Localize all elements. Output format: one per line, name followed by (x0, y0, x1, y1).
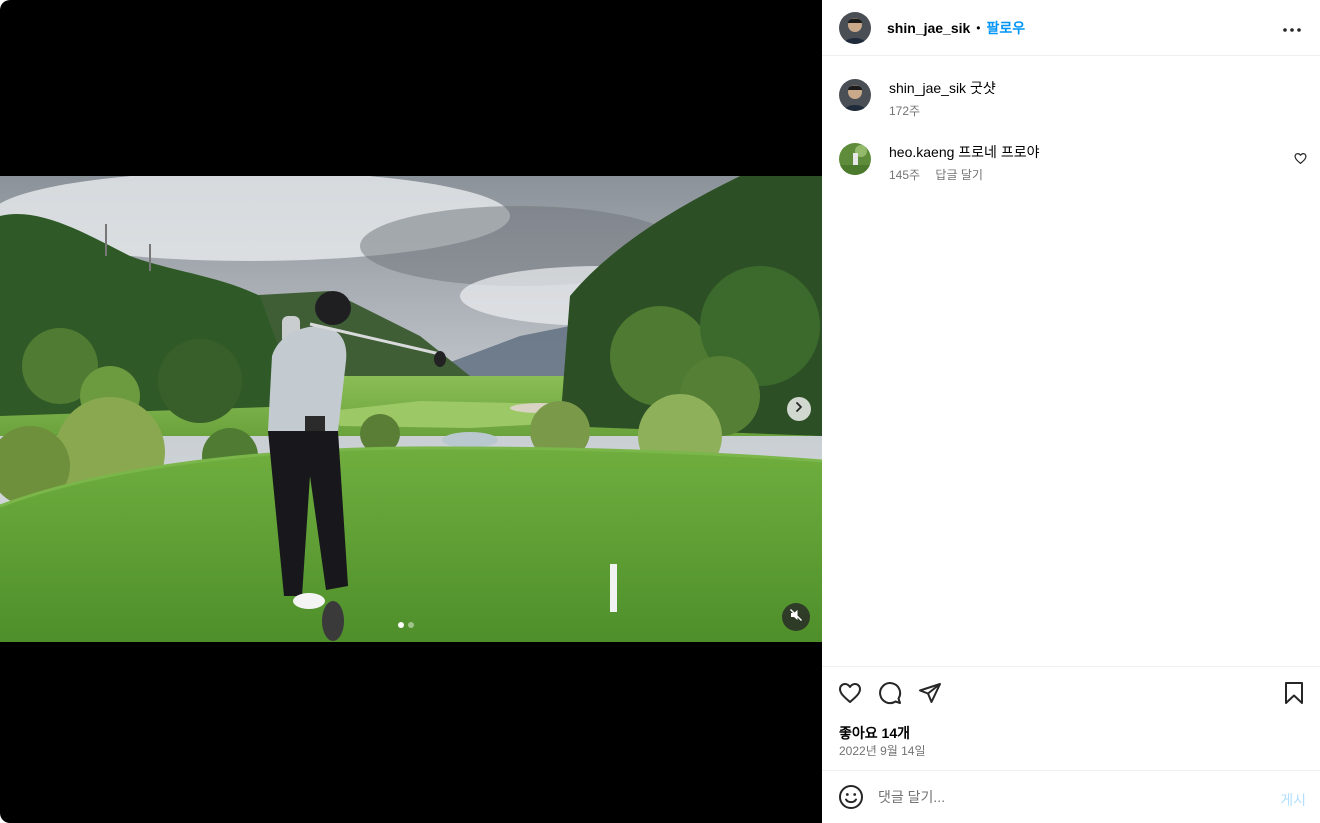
save-button[interactable] (1282, 681, 1306, 705)
heart-icon (1294, 152, 1307, 169)
header-separator: • (976, 20, 981, 35)
comment-username[interactable]: heo.kaeng (889, 144, 954, 160)
emoji-picker-button[interactable] (838, 784, 864, 810)
follow-button[interactable]: 팔로우 (986, 18, 1025, 38)
post-header: shin_jae_sik • 팔로우 (822, 0, 1320, 56)
more-horizontal-icon (1283, 19, 1301, 37)
caption-comment: shin_jae_sik 굿샷 172주 (839, 79, 996, 120)
comment-input[interactable] (878, 789, 1248, 805)
heart-icon (838, 683, 862, 709)
comment-avatar[interactable] (839, 79, 871, 111)
comment-like-button[interactable] (1294, 152, 1308, 166)
comment-text: 굿샷 (969, 80, 996, 96)
speaker-muted-icon (789, 608, 803, 627)
emoji-icon (838, 785, 864, 814)
comment-icon (878, 682, 902, 709)
comment-text: 프로네 프로야 (958, 144, 1040, 160)
comment-age[interactable]: 145주 (889, 168, 920, 182)
chevron-right-icon (793, 400, 805, 418)
more-options-button[interactable] (1280, 16, 1304, 40)
like-button[interactable] (838, 681, 862, 705)
comment-age[interactable]: 172주 (889, 104, 920, 118)
comment-avatar[interactable] (839, 143, 871, 175)
likes-count[interactable]: 좋아요 14개 (839, 723, 910, 743)
carousel-dot (408, 622, 414, 628)
comment-item: heo.kaeng 프로네 프로야 145주 답글 달기 (839, 143, 1039, 184)
mute-toggle-button[interactable] (782, 603, 810, 631)
comment-button[interactable] (878, 681, 902, 705)
post-side-panel: shin_jae_sik • 팔로우 shin_jae_sik 굿샷 172주 (822, 0, 1320, 823)
media-area (0, 0, 822, 823)
post-comment-button[interactable]: 게시 (1280, 790, 1306, 810)
reply-button[interactable]: 답글 달기 (935, 168, 983, 182)
carousel-next-button[interactable] (787, 397, 811, 421)
post-date[interactable]: 2022년 9월 14일 (839, 742, 926, 759)
carousel-indicator (398, 622, 414, 628)
bookmark-icon (1282, 682, 1306, 709)
author-avatar[interactable] (839, 11, 871, 44)
post-modal: shin_jae_sik • 팔로우 shin_jae_sik 굿샷 172주 (0, 0, 1320, 823)
author-username[interactable]: shin_jae_sik (887, 20, 970, 36)
paper-plane-icon (918, 683, 942, 709)
post-actions: 좋아요 14개 2022년 9월 14일 (822, 666, 1320, 771)
share-button[interactable] (918, 681, 942, 705)
carousel-dot-active (398, 622, 404, 628)
golf-swing-video[interactable] (0, 176, 822, 642)
add-comment-bar: 게시 (822, 770, 1320, 823)
comment-username[interactable]: shin_jae_sik (889, 80, 966, 96)
